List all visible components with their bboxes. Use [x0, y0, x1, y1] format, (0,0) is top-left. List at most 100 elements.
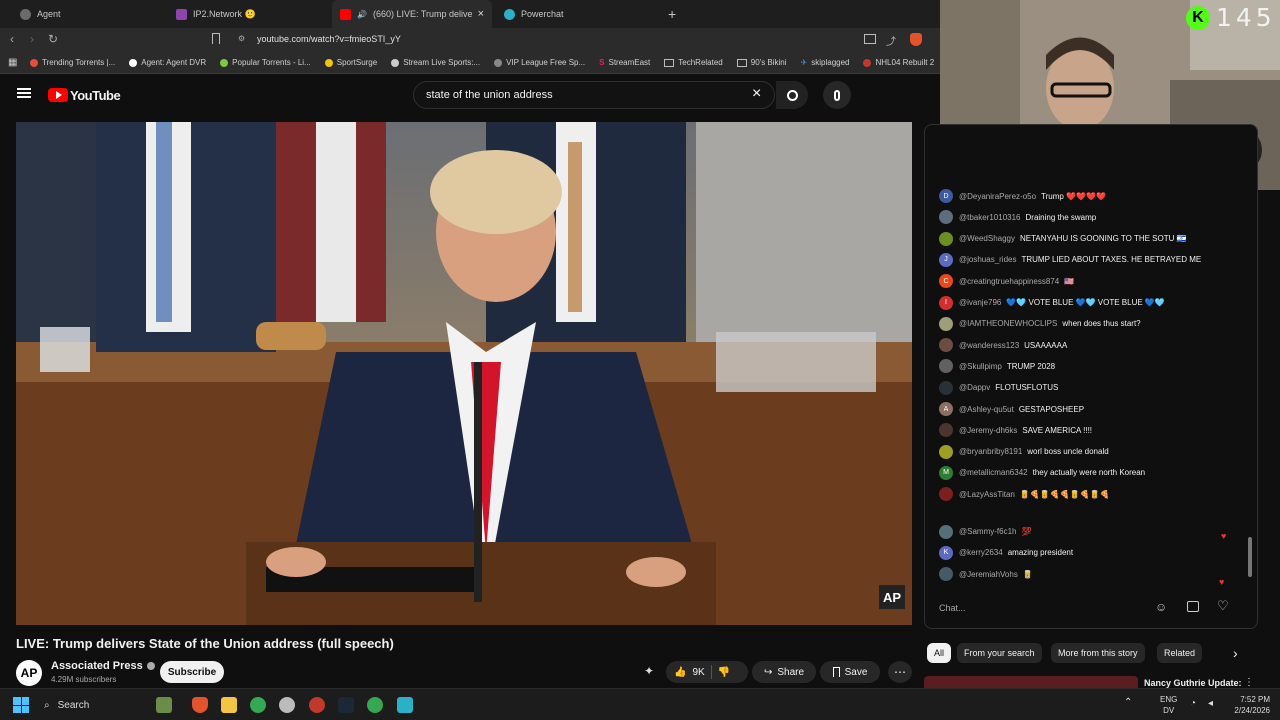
next-video-title[interactable]: Nancy Guthrie Update: [1144, 678, 1242, 688]
search-input[interactable]: state of the union address × [413, 81, 775, 109]
chat-author[interactable]: @JeremiahVohs [959, 570, 1018, 579]
emoji-icon[interactable]: ☺ [1155, 600, 1167, 614]
chat-avatar[interactable] [939, 444, 953, 459]
bookmark-icon[interactable] [212, 33, 220, 44]
bookmark-stream-live-sports[interactable]: Stream Live Sports:... [391, 58, 480, 67]
chat-message[interactable]: M @metallicman6342 they actually were nort… [939, 465, 1145, 480]
chrome-icon[interactable] [367, 697, 383, 713]
chat-author[interactable]: @kerry2634 [959, 548, 1003, 557]
chat-message[interactable]: J @joshuas_rides TRUMP LIED ABOUT TAXES. H… [939, 252, 1201, 267]
subscribe-button[interactable]: Subscribe [160, 661, 224, 683]
chat-avatar[interactable] [939, 231, 953, 246]
chat-message[interactable]: @IAMTHEONEWHOCLIPS when does thus start? [939, 316, 1141, 331]
chat-avatar[interactable] [939, 359, 953, 374]
chat-message[interactable]: C @creatingtruehappiness874 🇺🇸 [939, 274, 1074, 289]
chat-message[interactable]: @Dappv FLOTUSFLOTUS [939, 380, 1058, 395]
menu-icon[interactable] [17, 88, 31, 98]
site-info-icon[interactable]: ⚙ [238, 34, 245, 43]
next-video-thumbnail[interactable] [924, 676, 1138, 688]
chat-message[interactable]: @Skullpimp TRUMP 2028 [939, 359, 1055, 374]
chip-from-your-search[interactable]: From your search [957, 643, 1042, 663]
chat-author[interactable]: @tbaker1010316 [959, 213, 1021, 222]
bookmark-skiplagged[interactable]: ✈ skiplagged [801, 58, 850, 67]
chat-author[interactable]: @wanderess123 [959, 341, 1019, 350]
windows-start-icon[interactable] [13, 697, 29, 713]
back-icon[interactable]: ‹ [10, 32, 14, 46]
chat-avatar[interactable] [939, 487, 953, 502]
chat-message-list[interactable]: D @DeyaniraPerez-o5o Trump ❤️❤️❤️❤️ @tbaker… [925, 185, 1255, 585]
bookmark-agent-dvr[interactable]: Agent: Agent DVR [129, 58, 206, 67]
chat-avatar[interactable] [939, 380, 953, 395]
tab-powerchat[interactable]: Powerchat [496, 0, 656, 28]
tab-ip2network[interactable]: IP2.Network 🙂 [168, 0, 328, 28]
chat-message[interactable]: @Sammy-f6c1h 💯 [939, 524, 1031, 539]
heart-icon[interactable]: ♡ [1217, 598, 1229, 614]
chat-message[interactable]: A @Ashley-qu5ut GESTAPOSHEEP [939, 402, 1084, 416]
language-indicator[interactable]: ENG DV [1160, 694, 1177, 716]
chat-author[interactable]: @creatingtruehappiness874 [959, 277, 1059, 286]
tab-agent[interactable]: Agent [12, 0, 162, 28]
chat-input[interactable]: Chat... [939, 603, 1149, 613]
brave-browser-icon[interactable] [192, 697, 208, 713]
chat-message[interactable]: I @ivanje796 💙🩵 VOTE BLUE 💙🩵 VOTE BLUE 💙🩵 [939, 295, 1165, 310]
like-icon[interactable]: 👍 [674, 667, 686, 678]
app-icon[interactable] [397, 697, 413, 713]
chip-more-from-this-story[interactable]: More from this story [1051, 643, 1145, 663]
like-count[interactable]: 9K [692, 667, 704, 678]
chat-avatar[interactable]: C [939, 274, 953, 289]
chat-author[interactable]: @Dappv [959, 383, 990, 392]
tray-chevron-icon[interactable]: ⌃ [1124, 697, 1132, 708]
chat-avatar[interactable] [939, 316, 953, 331]
app-icon[interactable] [279, 697, 295, 713]
channel-name-row[interactable]: Associated Press [51, 660, 155, 672]
clock[interactable]: 7:52 PM 2/24/2026 [1222, 694, 1270, 716]
chip-related[interactable]: Related [1157, 643, 1203, 663]
chat-message[interactable]: @wanderess123 USAAAAAA [939, 338, 1067, 353]
chat-avatar[interactable]: K [939, 545, 953, 560]
bookmark-sportsurge[interactable]: SportSurge [324, 58, 377, 67]
url-field[interactable]: youtube.com/watch?v=fmieoSTI_yY [257, 34, 401, 44]
share-button[interactable]: ↪ Share [752, 661, 816, 683]
chat-author[interactable]: @Ashley-qu5ut [959, 405, 1014, 414]
chat-message[interactable]: K @kerry2634 amazing president [939, 545, 1073, 560]
search-button[interactable] [776, 81, 808, 109]
chat-avatar[interactable]: J [939, 252, 953, 267]
chat-avatar[interactable] [939, 210, 953, 225]
tab-youtube-active[interactable]: 🔊 (660) LIVE: Trump delivers Sta × [332, 0, 492, 28]
chat-author[interactable]: @ivanje796 [959, 298, 1001, 307]
file-explorer-icon[interactable] [221, 697, 237, 713]
chat-avatar[interactable]: M [939, 465, 953, 480]
video-player[interactable]: AP [16, 122, 912, 625]
channel-avatar[interactable]: AP [16, 660, 42, 686]
reload-icon[interactable]: ↻ [48, 32, 58, 46]
share-page-icon[interactable]: ⤴ [886, 33, 896, 48]
steam-icon[interactable] [338, 697, 354, 713]
chat-author[interactable]: @Skullpimp [959, 362, 1002, 371]
youtube-logo-icon[interactable] [48, 88, 68, 102]
chrome-icon[interactable] [250, 697, 266, 713]
chat-author[interactable]: @DeyaniraPerez-o5o [959, 192, 1036, 201]
chat-avatar[interactable]: A [939, 402, 953, 416]
bookmark-vip-league[interactable]: VIP League Free Sp... [494, 58, 585, 67]
sparkle-icon[interactable]: ✦ [644, 664, 654, 678]
next-video-menu-icon[interactable]: ⋮ [1244, 677, 1254, 688]
chat-message[interactable]: @LazyAssTitan 🥫🍕🥫🍕🍕🥫🍕🥫🍕 [939, 487, 1110, 502]
chat-message[interactable]: D @DeyaniraPerez-o5o Trump ❤️❤️❤️❤️ [939, 189, 1106, 203]
dislike-icon[interactable]: 👎 [718, 667, 730, 678]
reader-icon[interactable] [864, 34, 876, 44]
taskbar-search[interactable]: ⌕ Search [38, 694, 148, 716]
widgets-icon[interactable] [156, 697, 172, 713]
chat-avatar[interactable] [939, 423, 953, 438]
super-chat-icon[interactable] [1187, 601, 1199, 612]
new-tab-icon[interactable]: + [660, 0, 680, 28]
chat-avatar[interactable] [939, 338, 953, 353]
chat-avatar[interactable] [939, 524, 953, 539]
chat-author[interactable]: @metallicman6342 [959, 468, 1028, 477]
save-button[interactable]: Save [820, 661, 880, 683]
bookmark-trending-torrents[interactable]: Trending Torrents |... [30, 58, 115, 67]
chat-message[interactable]: @Jeremy-dh6ks SAVE AMERICA !!!! [939, 423, 1092, 438]
chat-author[interactable]: @bryanbriby8191 [959, 447, 1022, 456]
chat-author[interactable]: @Jeremy-dh6ks [959, 426, 1017, 435]
bookmark-nhl04[interactable]: NHL04 Rebuilt 2 [863, 58, 934, 67]
forward-icon[interactable]: › [30, 32, 34, 46]
